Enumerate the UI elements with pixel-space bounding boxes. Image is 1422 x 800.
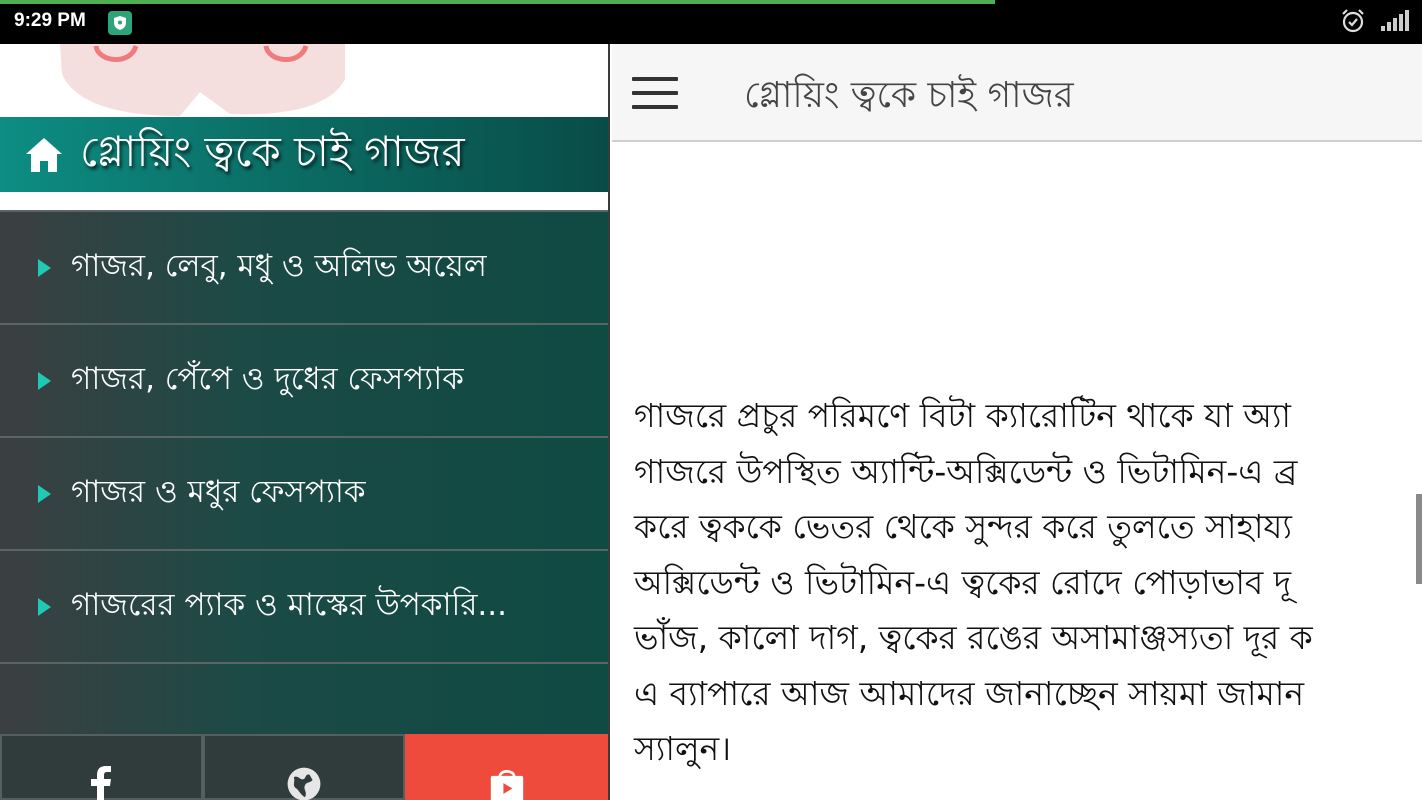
drawer-item-carrot-lemon-honey-olive[interactable]: গাজর, লেবু, মধু ও অলিভ অয়েল — [0, 210, 608, 323]
arrow-right-icon — [38, 258, 51, 277]
article-line: এ ব্যাপারে আজ আমাদের জানাচ্ছেন সায়মা জা… — [634, 673, 1305, 713]
article-line: অক্সিডেন্ট ও ভিটামিন-এ ত্বকের রোদে পোড়া… — [634, 562, 1292, 602]
arrow-right-icon — [38, 597, 51, 616]
article-body: গাজরে প্রচুর পরিমণে বিটা ক্যারোটিন থাকে … — [634, 388, 1422, 777]
navigation-drawer: গ্লোয়িং ত্বকে চাই গাজর গাজর, লেবু, মধু … — [0, 44, 610, 800]
article-line: ভাঁজ, কালো দাগ, ত্বকের রঙের অসামাঞ্জস্যত… — [634, 618, 1313, 657]
facebook-icon — [90, 766, 112, 800]
drawer-footer — [0, 734, 608, 800]
article-content[interactable]: গাজরে প্রচুর পরিমণে বিটা ক্যারোটিন থাকে … — [612, 142, 1422, 800]
article-line: স্যালুন। — [634, 729, 732, 768]
drawer-item-label: গাজর, লেবু, মধু ও অলিভ অয়েল — [71, 247, 487, 284]
arrow-right-icon — [38, 371, 51, 390]
status-time: 9:29 PM — [14, 10, 86, 31]
status-bar: 9:29 PM — [0, 0, 1422, 44]
drawer-header[interactable]: গ্লোয়িং ত্বকে চাই গাজর — [0, 117, 608, 192]
page-title: গ্লোয়িং ত্বকে চাই গাজর — [744, 75, 1074, 116]
shield-icon — [108, 11, 132, 35]
drawer-header-illustration — [0, 44, 608, 117]
play-store-button[interactable] — [405, 734, 608, 800]
drawer-item-label: গাজর, পেঁপে ও দুধের ফেসপ্যাক — [71, 360, 464, 397]
alarm-icon — [1340, 8, 1366, 38]
article-line: গাজরে উপস্থিত অ্যান্টি-অক্সিডেন্ট ও ভিটা… — [634, 451, 1298, 491]
drawer-item-carrot-benefits[interactable]: গাজরের প্যাক ও মাস্কের উপকারি... — [0, 549, 608, 662]
app-bar: গ্লোয়িং ত্বকে চাই গাজর — [612, 44, 1422, 142]
drawer-item-label: গাজর ও মধুর ফেসপ্যাক — [71, 473, 366, 510]
home-icon — [24, 136, 64, 174]
facebook-button[interactable] — [0, 734, 203, 800]
article-line: করে ত্বককে ভেতর থেকে সুন্দর করে তুলতে সা… — [634, 507, 1292, 546]
article-line: গাজরে প্রচুর পরিমণে বিটা ক্যারোটিন থাকে … — [634, 396, 1291, 435]
signal-icon — [1380, 10, 1410, 36]
drawer-item-carrot-papaya-milk[interactable]: গাজর, পেঁপে ও দুধের ফেসপ্যাক — [0, 323, 608, 436]
hamburger-menu-icon[interactable] — [632, 77, 678, 111]
play-store-icon — [485, 766, 529, 800]
drawer-item-carrot-honey[interactable]: গাজর ও মধুর ফেসপ্যাক — [0, 436, 608, 549]
drawer-menu: গাজর, লেবু, মধু ও অলিভ অয়েল গাজর, পেঁপে… — [0, 210, 608, 800]
drawer-title: গ্লোয়িং ত্বকে চাই গাজর — [80, 127, 465, 176]
arrow-right-icon — [38, 484, 51, 503]
scrollbar[interactable] — [1416, 494, 1422, 584]
drawer-item-label: গাজরের প্যাক ও মাস্কের উপকারি... — [71, 586, 507, 623]
globe-icon — [281, 766, 327, 800]
page-load-progress — [0, 0, 996, 4]
website-button[interactable] — [202, 734, 406, 800]
